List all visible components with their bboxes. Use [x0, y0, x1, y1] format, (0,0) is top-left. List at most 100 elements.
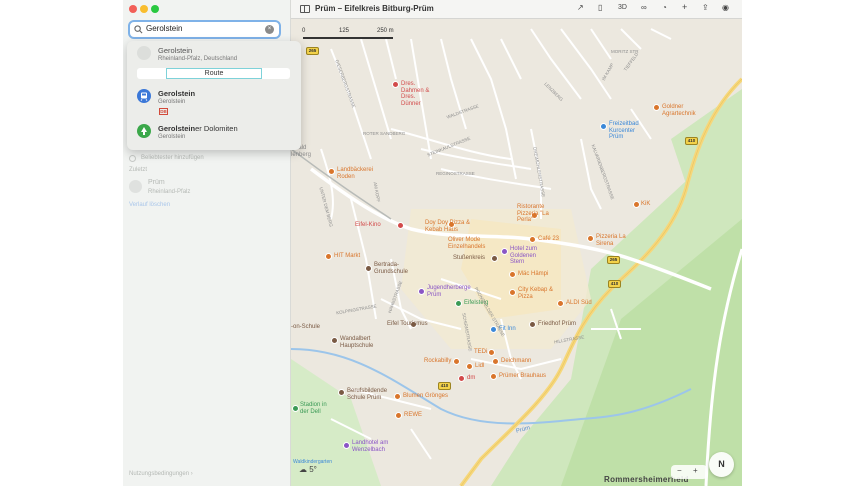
florist-poi-icon[interactable] — [394, 393, 401, 400]
compass-button[interactable]: N — [709, 452, 734, 477]
scale-mid: 125 — [339, 28, 350, 34]
nature-icon — [137, 124, 151, 138]
school-poi-icon[interactable] — [338, 389, 345, 396]
map-mode-icon[interactable]: ▯ — [598, 3, 602, 12]
poi-label[interactable]: ALDI Süd — [566, 300, 592, 307]
poi-label[interactable]: TEDi — [474, 349, 487, 356]
clear-history-link[interactable]: Verlauf löschen — [129, 202, 170, 208]
poi-label[interactable]: Friedhof Prüm — [538, 321, 576, 328]
share-icon[interactable]: ⇪ — [702, 3, 709, 12]
place-icon — [137, 46, 151, 60]
poi-label[interactable]: Mäc Hämpi — [518, 271, 548, 278]
poi-label[interactable]: City Kebap & Pizza — [518, 287, 560, 300]
street-label: MORITZ STR — [611, 49, 639, 54]
directions-icon[interactable]: ↗ — [577, 3, 584, 12]
compass-label: N — [718, 459, 725, 469]
poi-label[interactable]: Blumen Grönges — [403, 393, 448, 400]
poi-label[interactable]: Goldner Agrartechnik — [662, 104, 700, 117]
route-button[interactable]: Route — [166, 68, 262, 79]
recent-place-title[interactable]: Prüm — [148, 179, 165, 186]
cinema-poi-icon[interactable] — [397, 222, 404, 229]
supermarket-poi-icon[interactable] — [557, 300, 564, 307]
street-label: ROTER SANDBERG — [363, 131, 406, 136]
clear-search-icon[interactable]: × — [265, 25, 274, 34]
zoom-window-button[interactable] — [151, 5, 159, 13]
add-favorite-label[interactable]: Beliebtester hinzufügen — [141, 155, 204, 161]
bakery-poi-icon[interactable] — [328, 168, 335, 175]
poi-label[interactable]: Dres. Dahmen & Dres. Dünner — [401, 81, 435, 107]
3d-button[interactable]: 3D — [618, 4, 627, 11]
poi-label[interactable]: Eifel Tourismus — [387, 321, 428, 328]
pool-poi-icon[interactable] — [600, 123, 607, 130]
poi-label[interactable]: Lidl — [475, 363, 484, 370]
zoom-out-button[interactable]: − — [677, 466, 682, 475]
maps-window: Gerolstein × Beliebtester hinzufügen Zul… — [123, 0, 742, 486]
recent-place-subtitle: Rheinland-Pfalz — [148, 189, 191, 195]
supermarket-poi-icon[interactable] — [325, 253, 332, 260]
supermarket-poi-icon[interactable] — [466, 363, 473, 370]
poi-label[interactable]: Berufsbildende Schule Prüm — [347, 388, 395, 401]
minimize-window-button[interactable] — [140, 5, 148, 13]
add-icon[interactable]: + — [682, 2, 687, 12]
cemetery-poi-icon[interactable] — [529, 321, 536, 328]
poi-label[interactable]: Freizeitbad Kurcenter Prüm — [609, 121, 649, 141]
restaurant-poi-icon[interactable] — [490, 373, 497, 380]
trail-poi-icon[interactable] — [455, 300, 462, 307]
shop-poi-icon[interactable] — [488, 349, 495, 356]
binoculars-icon[interactable]: ∞ — [641, 3, 647, 12]
poi-label[interactable]: Stußenkreis — [453, 255, 485, 262]
poi-label[interactable]: dm — [467, 375, 475, 382]
poi-label[interactable]: Jugendherberge Prüm — [427, 285, 475, 298]
poi-label[interactable]: Doy Doy Pizza & Kebab Haus — [425, 220, 475, 233]
window-title: Prüm – Eifelkreis Bitburg-Prüm — [315, 4, 434, 13]
supermarket-poi-icon[interactable] — [395, 412, 402, 419]
sidebar-icon[interactable] — [300, 5, 310, 13]
shop-poi-icon[interactable] — [453, 358, 460, 365]
poi-label[interactable]: Oliver Mode Einzelhandels — [448, 237, 490, 250]
poi-label[interactable]: -on-Schule — [291, 324, 320, 331]
poi-label[interactable]: Prümer Brauhaus — [499, 373, 546, 380]
poi-label[interactable]: Ristorante Pizzeria "La Perla" — [517, 204, 557, 224]
poi-label[interactable]: Landbäckerei Roden — [337, 167, 377, 180]
close-window-button[interactable] — [129, 5, 137, 13]
area-label: lenberg — [291, 152, 312, 158]
poi-label[interactable]: HIT Markt — [334, 253, 360, 260]
poi-label[interactable]: Landhotel am Wenzelbach — [352, 440, 398, 453]
search-field[interactable]: Gerolstein × — [128, 20, 281, 39]
poi-label[interactable]: Café 23 — [538, 236, 559, 243]
restaurant-poi-icon[interactable] — [509, 289, 516, 296]
poi-label[interactable]: Pizzeria La Sirena — [596, 234, 630, 247]
drugstore-poi-icon[interactable] — [458, 375, 465, 382]
hostel-poi-icon[interactable] — [418, 288, 425, 295]
shop-poi-icon[interactable] — [633, 201, 640, 208]
road-shield: 410 — [438, 382, 451, 390]
poi-label[interactable]: Wandalbert Hauptschule — [340, 336, 382, 349]
account-icon[interactable]: ◉ — [722, 3, 729, 12]
poi-label[interactable]: Hotel zum Goldenen Stern — [510, 246, 552, 266]
cafe-poi-icon[interactable] — [529, 236, 536, 243]
zoom-in-button[interactable]: + — [693, 466, 698, 475]
poi-label[interactable]: Rockabilly — [424, 358, 451, 365]
hotel-poi-icon[interactable] — [343, 442, 350, 449]
medical-poi-icon[interactable] — [392, 81, 399, 88]
poi-label[interactable]: Deichmann — [501, 358, 531, 365]
map-canvas[interactable]: 0 125 250 m 265 410 265 410 410 Dres. Da… — [291, 19, 742, 486]
terms-link[interactable]: Nutzungsbedingungen › — [129, 471, 193, 477]
poi-label[interactable]: REWE — [404, 412, 422, 419]
restaurant-poi-icon[interactable] — [509, 271, 516, 278]
poi-label[interactable]: Eifel-Kino — [355, 222, 381, 229]
look-around-icon[interactable]: ◔ — [662, 3, 667, 12]
restaurant-poi-icon[interactable] — [587, 235, 594, 242]
road-shield: 410 — [685, 137, 698, 145]
search-input-value[interactable]: Gerolstein — [146, 24, 182, 33]
hotel-poi-icon[interactable] — [501, 248, 508, 255]
landmark-poi-icon[interactable] — [491, 255, 498, 262]
shop-poi-icon[interactable] — [653, 104, 660, 111]
stadium-poi-icon[interactable] — [292, 405, 299, 412]
shop-poi-icon[interactable] — [492, 358, 499, 365]
poi-label[interactable]: Bertrada-Grundschule — [374, 262, 420, 275]
school-poi-icon[interactable] — [331, 337, 338, 344]
school-poi-icon[interactable] — [365, 265, 372, 272]
poi-label[interactable]: KiK — [641, 201, 650, 208]
poi-label[interactable]: Stadion in der Dell — [300, 402, 336, 415]
